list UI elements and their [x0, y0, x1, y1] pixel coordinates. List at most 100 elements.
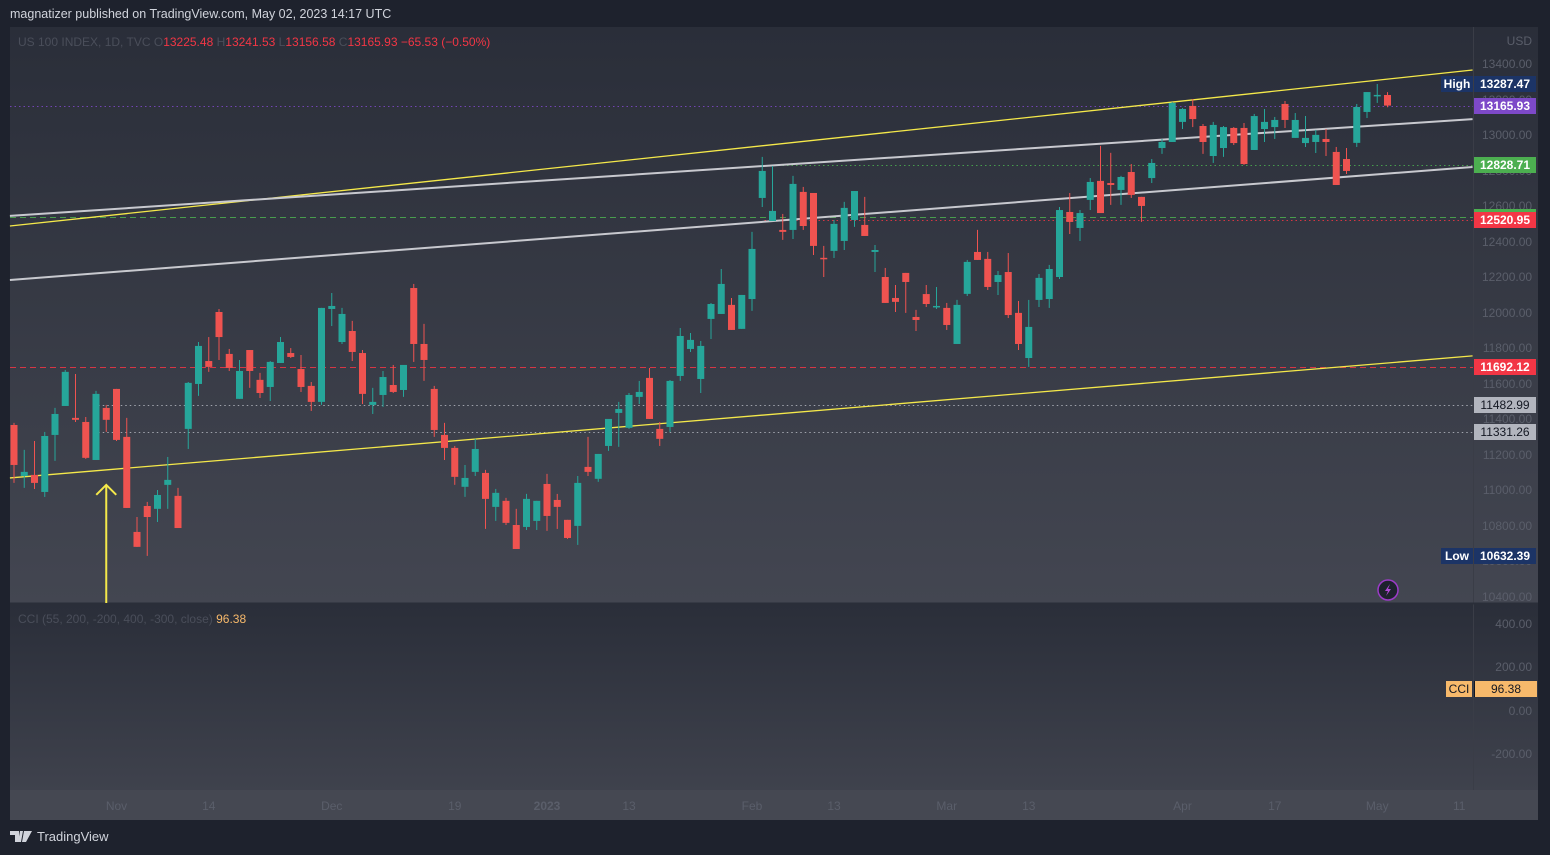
candle-body	[543, 483, 551, 516]
candle	[1353, 103, 1361, 147]
candle-body	[1199, 125, 1207, 142]
candle-body	[851, 191, 858, 220]
candle-body	[72, 417, 79, 420]
candle	[810, 192, 817, 255]
chart-canvas[interactable]	[0, 0, 1550, 855]
time-tick-label: Dec	[321, 799, 343, 813]
candle-body	[492, 492, 500, 507]
cci-pane[interactable]	[10, 604, 1538, 790]
candle-body	[1261, 121, 1268, 130]
candle-body	[102, 407, 110, 420]
candle-body	[1066, 211, 1074, 222]
candle-body	[1291, 119, 1299, 138]
price-tick-label: 11000.00	[1482, 483, 1532, 498]
candle-body	[646, 377, 653, 419]
price-tick-label: 12400.00	[1482, 234, 1533, 249]
candle-body	[10, 424, 18, 465]
candle-body	[1240, 127, 1248, 165]
candle	[318, 307, 325, 405]
candle-body	[430, 388, 438, 430]
candle-body	[420, 343, 428, 360]
lightning-alert-icon[interactable]	[1377, 579, 1399, 601]
candle-body	[92, 393, 100, 460]
close-value: 13165.93	[347, 35, 398, 49]
candle	[564, 519, 571, 539]
tradingview-logo-icon	[10, 831, 32, 842]
time-tick-label: Nov	[105, 799, 128, 813]
candle-body	[553, 499, 561, 507]
candle	[523, 493, 530, 530]
candle-body	[1158, 141, 1166, 149]
candle-body	[1097, 180, 1104, 214]
time-tick-label: 2023	[533, 799, 561, 813]
candle	[502, 497, 510, 526]
candle-body	[461, 477, 469, 487]
candle-body	[748, 248, 756, 300]
candle-body	[922, 294, 930, 305]
candle-body	[61, 371, 69, 406]
candle-body	[943, 307, 951, 325]
candle-body	[236, 370, 243, 399]
candle-body	[307, 385, 315, 402]
candle-body	[174, 495, 182, 529]
candle	[113, 388, 120, 441]
time-tick-label: 17	[1268, 799, 1282, 813]
candle-body	[963, 261, 971, 294]
candle-body	[533, 500, 541, 521]
candle-body	[266, 361, 274, 387]
cci-params[interactable]: CCI (55, 200, -200, 400, -300, close)	[18, 612, 213, 626]
candle-body	[635, 391, 643, 397]
cci-tick-label: 0.00	[1508, 703, 1532, 718]
candle-body	[1035, 277, 1043, 300]
main-pane[interactable]	[10, 27, 1538, 603]
candle-body	[318, 307, 325, 402]
time-tick-label: May	[1365, 799, 1389, 813]
candle-body	[574, 482, 582, 526]
candle-body	[441, 434, 448, 448]
candle	[61, 369, 69, 406]
cci-tick-label: 200.00	[1495, 660, 1532, 674]
price-tick-label: 11600.00	[1482, 376, 1532, 391]
candle	[594, 453, 602, 482]
price-tick-label: 13000.00	[1482, 128, 1533, 143]
candle	[625, 393, 633, 429]
candle	[738, 294, 746, 329]
candle-body	[1168, 102, 1176, 142]
cci-tag-value: 96.38	[1474, 681, 1537, 697]
footer-brand[interactable]: TradingView	[10, 829, 109, 844]
price-tick-label: 10400.00	[1482, 589, 1533, 604]
time-axis[interactable]	[10, 790, 1538, 820]
candle	[799, 186, 807, 230]
candle-body	[728, 304, 735, 330]
candle-body	[789, 183, 797, 230]
candle-body	[594, 453, 602, 479]
candle-body	[1004, 272, 1012, 316]
candle-body	[369, 401, 377, 405]
candle-body	[297, 369, 305, 387]
candle-body	[277, 342, 284, 363]
candle-body	[154, 494, 161, 509]
candle-body	[840, 207, 848, 241]
level-price-tag: 11331.26	[1474, 423, 1536, 440]
price-tick-label: 12000.00	[1482, 305, 1533, 320]
last-price-tag: 13165.93	[1474, 97, 1536, 114]
candle-body	[328, 305, 336, 309]
symbol-name[interactable]: US 100 INDEX, 1D, TVC	[18, 35, 151, 49]
candle-body	[338, 313, 346, 343]
candle-body	[20, 471, 28, 476]
candle	[1332, 146, 1340, 185]
candle-body	[1117, 176, 1125, 190]
candle-body	[564, 519, 571, 538]
candle-body	[1086, 181, 1094, 200]
candle-body	[933, 305, 940, 308]
candle-body	[605, 418, 612, 446]
candle-body	[892, 297, 899, 302]
price-tick-label: 11800.00	[1482, 341, 1532, 356]
candle-body	[881, 277, 889, 303]
high-tag-value: 13287.47	[1474, 75, 1536, 92]
candle	[41, 431, 49, 497]
candle-body	[738, 294, 746, 329]
publisher-line: magnatizer published on TradingView.com,…	[10, 7, 392, 21]
candle-body	[799, 191, 807, 227]
candle-body	[1056, 210, 1063, 278]
